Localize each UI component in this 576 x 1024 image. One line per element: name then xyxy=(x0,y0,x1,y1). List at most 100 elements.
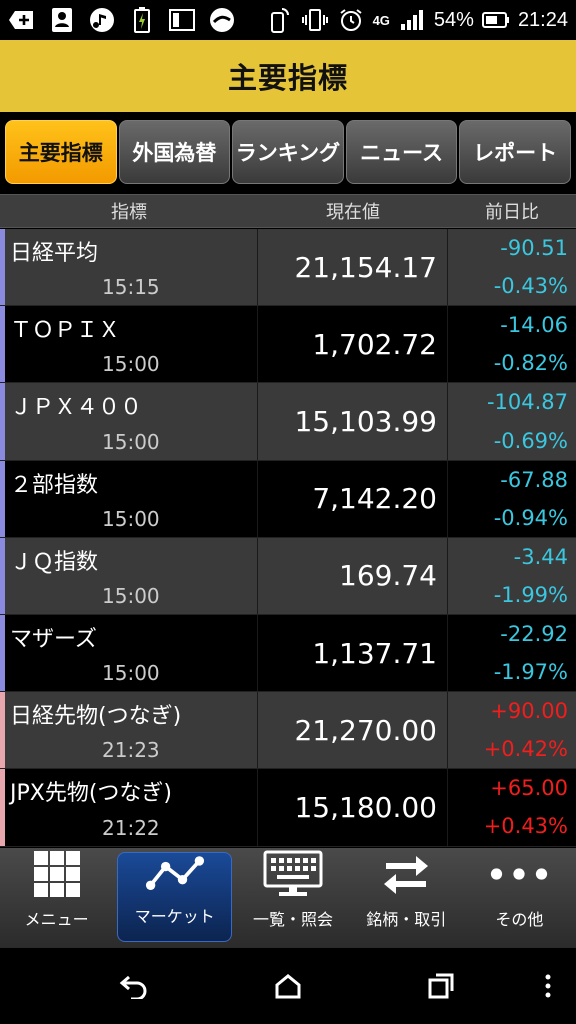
nav-list-inquiry[interactable]: 一覧・照会 xyxy=(236,850,349,944)
indicator-name-cell: 日経先物(つなぎ) 21:23 xyxy=(0,692,258,769)
change-amount: +65.00 xyxy=(490,776,568,801)
signal-strength-icon xyxy=(398,6,426,34)
au-logo-icon xyxy=(168,6,196,34)
overflow-menu-icon[interactable] xyxy=(532,970,564,1002)
indicator-name: 日経先物(つなぎ) xyxy=(10,704,182,730)
indicator-name: 日経平均 xyxy=(10,241,99,266)
indicator-time: 15:15 xyxy=(102,275,160,300)
change-amount: -14.06 xyxy=(500,313,568,338)
status-bar: 4G 54% 21:24 xyxy=(0,0,576,40)
back-icon[interactable] xyxy=(118,970,150,1002)
table-row[interactable]: 日経先物(つなぎ) 21:23 21,270.00 +90.00 +0.42% xyxy=(0,692,576,770)
change-percent: +0.43% xyxy=(483,814,568,839)
indicator-time: 21:23 xyxy=(102,738,160,763)
indicator-name: ２部指数 xyxy=(10,472,99,498)
change-percent: -1.97% xyxy=(493,660,568,685)
nav-list-inquiry-label: 一覧・照会 xyxy=(253,910,334,929)
indicator-name-cell: ＪＱ指数 15:00 xyxy=(0,537,258,614)
add-notification-icon xyxy=(8,6,36,34)
indicator-name: ＪＰＸ４００ xyxy=(10,395,143,421)
current-value: 15,103.99 xyxy=(258,383,448,460)
change-percent: -0.43% xyxy=(493,274,568,299)
app-circle-icon xyxy=(208,6,236,34)
indicator-time: 15:00 xyxy=(102,661,160,686)
table-row[interactable]: ＴＯＰＩＸ 15:00 1,702.72 -14.06 -0.82% xyxy=(0,306,576,384)
indicator-time: 21:22 xyxy=(102,815,160,840)
current-value: 15,180.00 xyxy=(258,769,448,846)
current-value: 21,270.00 xyxy=(258,692,448,769)
change-amount: -90.51 xyxy=(500,236,568,261)
indicator-time: 15:00 xyxy=(102,352,160,377)
change-amount: -104.87 xyxy=(486,390,568,415)
battery-percent: 54% xyxy=(433,8,474,31)
music-note-icon xyxy=(88,6,116,34)
change-amount: -67.88 xyxy=(500,467,568,492)
monitor-keyboard-icon xyxy=(263,850,323,898)
change-cell: +90.00 +0.42% xyxy=(448,692,576,768)
nav-stock-trade[interactable]: 銘柄・取引 xyxy=(350,850,463,944)
nav-menu-label: メニュー xyxy=(24,910,89,929)
recent-apps-icon[interactable] xyxy=(425,970,457,1002)
current-value: 1,137.71 xyxy=(258,614,448,692)
nav-market[interactable]: マーケット xyxy=(117,852,233,942)
contact-card-icon xyxy=(48,6,76,34)
tab-ranking[interactable]: ランキング xyxy=(232,120,344,184)
indicator-name-cell: ＪＰＸ４００ 15:00 xyxy=(0,383,258,460)
change-amount: -3.44 xyxy=(513,544,568,569)
indicator-time: 15:00 xyxy=(102,429,160,454)
table-row[interactable]: ２部指数 15:00 7,142.20 -67.88 -0.94% xyxy=(0,460,576,538)
tab-major-indicators[interactable]: 主要指標 xyxy=(5,120,117,184)
current-value: 21,154.17 xyxy=(258,229,448,306)
app-header: 主要指標 xyxy=(0,40,576,112)
home-icon[interactable] xyxy=(272,970,304,1002)
table-header: 指標 現在値 前日比 xyxy=(0,194,576,228)
indicator-name-cell: 日経平均 15:15 xyxy=(0,229,258,306)
indicator-name: ＴＯＰＩＸ xyxy=(10,318,121,344)
change-amount: -22.92 xyxy=(500,621,568,646)
change-cell: -3.44 -1.99% xyxy=(448,538,576,614)
indicator-time: 15:00 xyxy=(102,506,160,531)
indicator-name-cell: ＴＯＰＩＸ 15:00 xyxy=(0,306,258,383)
change-amount: +90.00 xyxy=(490,699,568,724)
table-row[interactable]: ＪＱ指数 15:00 169.74 -3.44 -1.99% xyxy=(0,537,576,615)
indicator-name-cell: JPX先物(つなぎ) 21:22 xyxy=(0,769,258,846)
change-percent: -1.99% xyxy=(493,582,568,607)
table-row[interactable]: JPX先物(つなぎ) 21:22 15,180.00 +65.00 +0.43% xyxy=(0,769,576,847)
chart-line-icon xyxy=(145,853,205,895)
column-header-change: 前日比 xyxy=(485,202,539,223)
nav-menu[interactable]: メニュー xyxy=(0,850,113,944)
change-percent: -0.94% xyxy=(493,505,568,530)
tab-report[interactable]: レポート xyxy=(459,120,571,184)
grid-icon xyxy=(27,850,87,898)
battery-charging-icon xyxy=(128,6,156,34)
column-header-current-value: 現在値 xyxy=(326,202,380,223)
nav-other-label: その他 xyxy=(495,910,544,929)
change-cell: -22.92 -1.97% xyxy=(448,615,576,691)
page-title: 主要指標 xyxy=(227,61,348,95)
change-cell: -67.88 -0.94% xyxy=(448,461,576,537)
table-row[interactable]: ＪＰＸ４００ 15:00 15,103.99 -104.87 -0.69% xyxy=(0,383,576,461)
table-row[interactable]: マザーズ 15:00 1,137.71 -22.92 -1.97% xyxy=(0,614,576,693)
change-cell: -104.87 -0.69% xyxy=(448,383,576,459)
column-header-indicator: 指標 xyxy=(111,202,147,223)
current-value: 169.74 xyxy=(258,537,448,614)
change-cell: -14.06 -0.82% xyxy=(448,306,576,382)
nav-market-label: マーケット xyxy=(134,907,215,926)
indicator-name: マザーズ xyxy=(10,626,97,652)
indicator-time: 15:00 xyxy=(102,583,160,608)
indicator-name: ＪＱ指数 xyxy=(10,549,99,575)
more-dots-icon xyxy=(489,850,549,898)
indicator-name-cell: ２部指数 15:00 xyxy=(0,460,258,537)
clock: 21:24 xyxy=(517,8,568,31)
bottom-navigation: メニュー マーケット 一覧・照会 銘柄・取引 その他 xyxy=(0,848,576,948)
nav-stock-trade-label: 銘柄・取引 xyxy=(366,910,447,929)
current-value: 7,142.20 xyxy=(258,460,448,537)
table-row[interactable]: 日経平均 15:15 21,154.17 -90.51 -0.43% xyxy=(0,229,576,307)
tab-news[interactable]: ニュース xyxy=(345,120,458,184)
nav-other[interactable]: その他 xyxy=(463,850,576,944)
tab-forex[interactable]: 外国為替 xyxy=(118,120,231,184)
indicator-name-cell: マザーズ 15:00 xyxy=(0,614,258,692)
battery-icon xyxy=(481,6,510,34)
indicator-table: 日経平均 15:15 21,154.17 -90.51 -0.43% ＴＯＰＩＸ… xyxy=(0,229,576,847)
tab-bar: 主要指標 外国為替 ランキング ニュース レポート xyxy=(0,112,576,194)
